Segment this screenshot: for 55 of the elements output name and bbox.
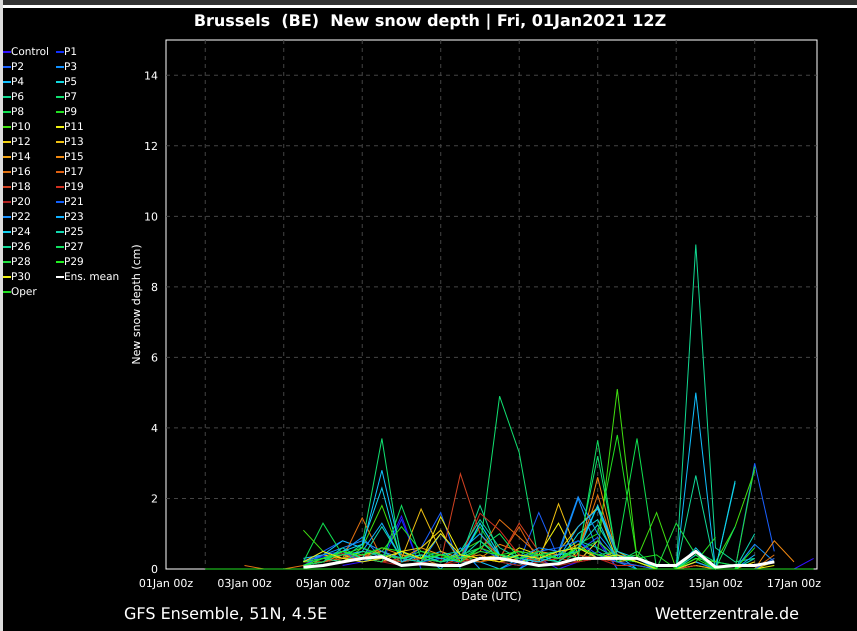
tick-label: 0	[151, 563, 158, 576]
chart-title: Brussels (BE) New snow depth | Fri, 01Jan2021 12Z	[192, 10, 668, 32]
legend-label: P27	[64, 240, 84, 252]
legend-label: P7	[64, 90, 78, 102]
legend-label: Oper	[11, 286, 37, 298]
tick-label: 15Jan 00z	[688, 577, 743, 590]
site-name: Wetterzentrale.de	[654, 604, 799, 623]
legend-label: P19	[64, 180, 84, 192]
legend-label: P9	[64, 106, 78, 118]
legend-label: P20	[11, 196, 31, 208]
legend-label: P2	[11, 60, 24, 72]
tick-label: 09Jan 00z	[452, 577, 508, 590]
legend-label: P25	[64, 226, 84, 238]
legend-label: P15	[64, 150, 84, 162]
tick-label: 4	[151, 422, 158, 435]
legend-label: P24	[11, 226, 31, 238]
legend-label: P17	[64, 166, 84, 178]
legend-label: P30	[11, 270, 31, 282]
legend-label: P5	[64, 76, 78, 88]
legend-label: P4	[11, 76, 24, 88]
tick-label: 11Jan 00z	[531, 577, 586, 590]
tick-label: 13Jan 00z	[610, 577, 664, 590]
model-info: GFS Ensemble, 51N, 4.5E	[124, 604, 328, 623]
legend-label: P10	[11, 120, 31, 132]
tick-label: 01Jan 00z	[138, 577, 194, 590]
legend-label: P11	[64, 120, 84, 132]
legend-label: P21	[64, 196, 84, 208]
legend-label: P22	[11, 210, 31, 222]
legend-label: P14	[11, 150, 31, 162]
legend-label: P16	[11, 166, 31, 178]
tick-label: 07Jan 00z	[374, 577, 429, 590]
legend-label: P12	[11, 136, 31, 148]
legend-label: P23	[64, 210, 84, 222]
tick-label: 6	[151, 351, 158, 364]
tick-label: 2	[151, 492, 158, 506]
tick-label: 17Jan 00z	[766, 577, 822, 590]
tick-label: 05Jan 00z	[296, 577, 350, 590]
legend-label: P3	[64, 60, 78, 72]
tick-label: 8	[151, 280, 158, 294]
legend-label: P1	[64, 46, 78, 58]
legend-label: Control	[11, 46, 49, 58]
legend-label: Ens. mean	[64, 270, 120, 282]
axis-label: Date (UTC)	[461, 590, 522, 603]
tick-label: 03Jan 00z	[217, 577, 272, 590]
legend-label: P28	[11, 256, 31, 268]
tick-label: 14	[144, 69, 158, 82]
tick-label: 10	[144, 210, 158, 224]
legend-label: P18	[11, 180, 31, 192]
legend-label: P26	[11, 240, 31, 252]
tick-label: 12	[144, 140, 158, 153]
axis-label: New snow depth (cm)	[130, 244, 143, 365]
legend-label: P6	[11, 90, 24, 102]
legend-label: P29	[64, 256, 84, 268]
legend-label: P8	[11, 106, 24, 118]
legend-label: P13	[64, 136, 84, 148]
